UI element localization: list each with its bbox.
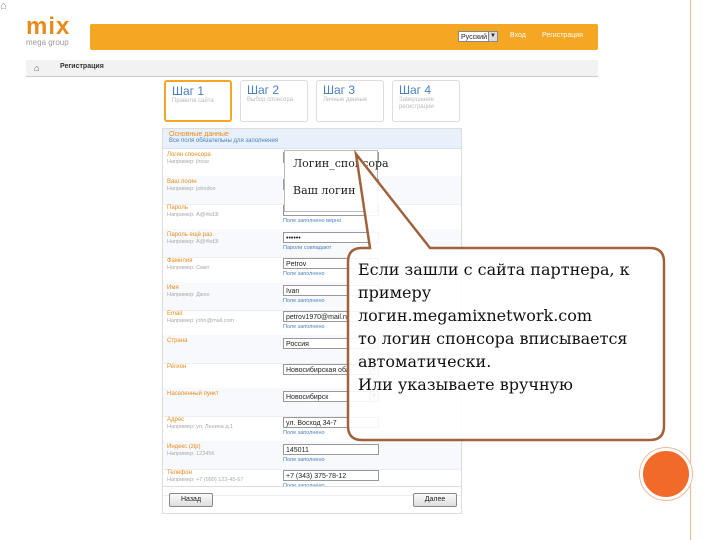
field-status-note: Поле заполнено bbox=[283, 271, 325, 277]
explanation-text: Если зашли с сайта партнера, к примеру л… bbox=[358, 258, 664, 396]
logo[interactable]: mix mega group bbox=[26, 13, 82, 52]
field-input[interactable]: ул. Восход 34-7 bbox=[283, 417, 379, 428]
field-status-note: Поле заполнено bbox=[283, 297, 325, 304]
field-label: Адрес Например: ул. Ленина д.1 bbox=[167, 417, 279, 431]
field-label-text: Регион bbox=[167, 364, 187, 370]
field-status-note: Поле заполнено bbox=[283, 456, 325, 463]
language-select[interactable]: Русский ▼ bbox=[458, 31, 498, 42]
form-row: Индекс (zip) Например: 123456 145011 Поле з… bbox=[163, 440, 461, 470]
field-status-note: Поле заполнено верно bbox=[283, 218, 342, 224]
field-status-note: Поле заполнено bbox=[283, 430, 325, 436]
step-1[interactable]: Шаг 1 Правила сайта bbox=[164, 80, 232, 122]
field-label: Регион bbox=[167, 364, 279, 371]
field-label: Фамилия Например: Смит bbox=[167, 258, 279, 272]
field-label-text: Адрес bbox=[167, 417, 185, 423]
register-link[interactable]: Регистрация bbox=[542, 32, 583, 39]
step-title: Шаг 2 bbox=[247, 83, 280, 97]
decorative-circle bbox=[640, 448, 692, 500]
logo-text: mix bbox=[26, 13, 71, 40]
callout-line-2: Ваш логин bbox=[293, 184, 356, 197]
field-label-text: Населенный пункт bbox=[167, 390, 219, 397]
home-corner-icon: ⌂ bbox=[0, 0, 7, 12]
step-subtitle: Завершение регистрации bbox=[399, 97, 434, 110]
field-label-text: Телефон bbox=[167, 470, 192, 476]
field-label: Индекс (zip) Например: 123456 bbox=[167, 444, 279, 458]
field-label-text: Индекс (zip) bbox=[167, 443, 201, 450]
field-hint: Например: A@#kd3l bbox=[167, 238, 219, 245]
step-2[interactable]: Шаг 2 Выбор спонсора bbox=[240, 80, 308, 122]
field-input[interactable]: +7 (343) 375-78-12 bbox=[283, 470, 379, 481]
field-status-note: Пароли совпадают bbox=[283, 244, 332, 251]
language-value: Русский bbox=[461, 34, 487, 41]
step-title: Шаг 1 bbox=[172, 84, 205, 98]
form-section-subtitle: Все поля обязательны для заполнения bbox=[169, 138, 278, 144]
step-3[interactable]: Шаг 3 Личные данные bbox=[316, 80, 384, 122]
form-header: Основные данные Все поля обязательны для… bbox=[163, 129, 461, 149]
field-input[interactable]: •••••• bbox=[283, 231, 379, 243]
back-button[interactable]: Назад bbox=[169, 493, 213, 507]
field-label: Логин спонсора Например: jhnse bbox=[167, 152, 279, 166]
step-title: Шаг 3 bbox=[323, 83, 356, 97]
step-subtitle: Правила сайта bbox=[172, 98, 214, 104]
breadcrumb-label: Регистрация bbox=[60, 63, 104, 70]
logo-subtext: mega group bbox=[26, 38, 69, 47]
field-label-text: Пароль bbox=[167, 205, 188, 211]
field-label-text: Страна bbox=[167, 337, 188, 344]
form-footer: Назад Далее bbox=[163, 486, 461, 513]
field-input[interactable]: 145011 bbox=[283, 443, 379, 455]
step-4[interactable]: Шаг 4 Завершение регистрации bbox=[392, 80, 460, 122]
field-hint: Например: jhnse bbox=[167, 159, 210, 165]
next-button[interactable]: Далее bbox=[413, 493, 457, 507]
form-row: Адрес Например: ул. Ленина д.1 ул. Восход … bbox=[163, 414, 461, 443]
step-subtitle: Выбор спонсора bbox=[247, 97, 294, 103]
field-label: Пароль Например: A@#kd3l bbox=[167, 205, 279, 219]
home-icon[interactable]: ⌂ bbox=[34, 63, 39, 73]
step-subtitle: Личные данные bbox=[323, 97, 368, 103]
explanation-line-1: Если зашли с сайта партнера, к примеру bbox=[358, 260, 630, 302]
explanation-line-2: логин.megamixnetwork.com bbox=[358, 306, 593, 325]
field-label-text: Пароль ещё раз bbox=[167, 231, 213, 238]
field-label-text: Ваш логин bbox=[167, 178, 197, 185]
form-section-title: Основные данные bbox=[169, 131, 229, 138]
field-hint: Например: +7 (999) 123-45-67 bbox=[167, 477, 244, 483]
field-hint: Например: johndoe bbox=[167, 185, 216, 192]
field-hint: Например: A@#kd3l bbox=[167, 212, 219, 218]
steps-bar: Шаг 1 Правила сайта Шаг 2 Выбор спонсора… bbox=[164, 80, 462, 124]
field-hint: Например: 123456 bbox=[167, 450, 215, 457]
field-label: Ваш логин Например: johndoe bbox=[167, 179, 279, 193]
breadcrumb: ⌂ Регистрация bbox=[26, 60, 598, 77]
frame-line bbox=[690, 0, 691, 540]
field-hint: Например: ул. Ленина д.1 bbox=[167, 424, 234, 430]
field-hint: Например: Смит bbox=[167, 265, 210, 271]
form-row: Пароль ещё раз Например: A@#kd3l •••••• Пар… bbox=[163, 228, 461, 258]
field-status-note: Поле заполнено bbox=[283, 324, 325, 330]
field-label: Email Например: john@mail.com bbox=[167, 311, 279, 325]
field-label-text: Имя bbox=[167, 284, 179, 291]
field-label: Страна bbox=[167, 338, 279, 345]
field-label: Пароль ещё раз Например: A@#kd3l bbox=[167, 232, 279, 246]
step-title: Шаг 4 bbox=[399, 83, 432, 97]
field-label: Населенный пункт bbox=[167, 391, 279, 398]
field-hint: Например: john@mail.com bbox=[167, 318, 235, 324]
field-label-text: Логин спонсора bbox=[167, 152, 211, 158]
top-bar: Русский ▼ Вход Регистрация bbox=[90, 24, 598, 50]
field-label-text: Фамилия bbox=[167, 258, 193, 264]
callout-line-1: Логин_спонсора bbox=[293, 157, 389, 170]
chevron-down-icon: ▼ bbox=[488, 32, 497, 41]
explanation-line-4: Или указываете вручную bbox=[358, 375, 573, 394]
field-hint: Например: Джон bbox=[167, 291, 210, 298]
explanation-line-3: то логин спонсора вписывается автоматиче… bbox=[358, 329, 628, 371]
field-label: Имя Например: Джон bbox=[167, 285, 279, 299]
field-label: Телефон Например: +7 (999) 123-45-67 bbox=[167, 470, 279, 484]
sponsor-login-callout: Логин_спонсора Ваш логин bbox=[284, 150, 389, 212]
login-link[interactable]: Вход bbox=[510, 32, 526, 39]
field-label-text: Email bbox=[167, 311, 183, 317]
